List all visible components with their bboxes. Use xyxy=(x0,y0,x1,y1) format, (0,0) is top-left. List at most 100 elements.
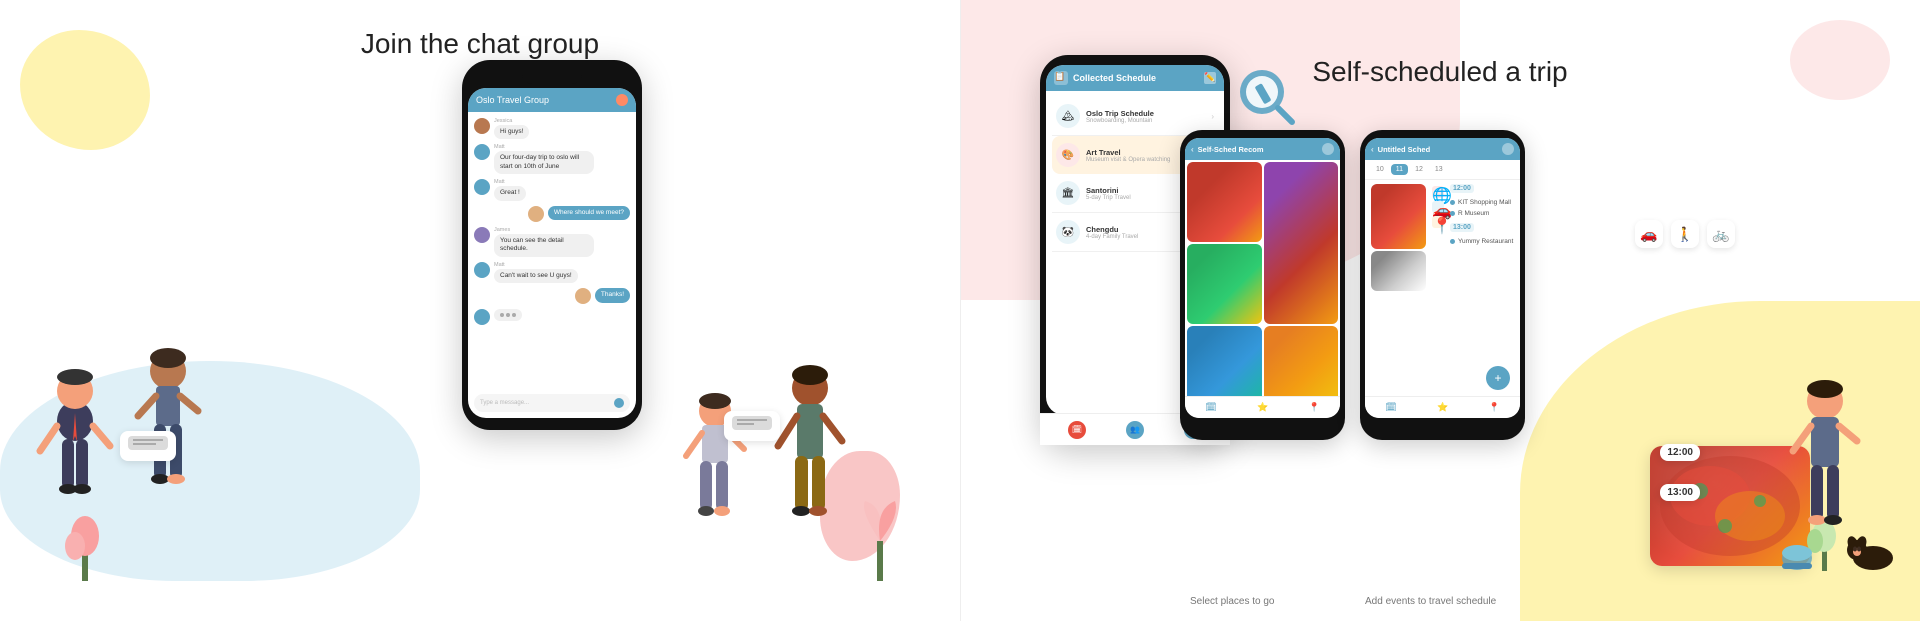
msg-row-2: Matt Our four-day trip to oslo will star… xyxy=(474,144,630,174)
side-icon-1[interactable]: 🌐 xyxy=(1432,186,1444,198)
schedule-item-restaurant[interactable]: Yummy Restaurant xyxy=(1450,238,1514,245)
add-calendar-button[interactable]: + xyxy=(1486,366,1510,390)
cs-item-sub-oslo: Snowboarding, Mountain xyxy=(1086,118,1205,124)
cs-item-icon-oslo: 🏔 xyxy=(1056,104,1080,128)
food-img-1[interactable] xyxy=(1187,162,1262,242)
msg-row-7: Thanks! xyxy=(474,288,630,304)
food-img-2[interactable] xyxy=(1264,162,1339,324)
msg-bubble-7: Thanks! xyxy=(595,288,630,302)
cs-header-icon: 📋 xyxy=(1054,71,1068,85)
dot-2 xyxy=(506,313,510,317)
chat-input[interactable]: Type a message... xyxy=(480,400,610,406)
food-img-3[interactable] xyxy=(1187,244,1262,324)
day-tab-10[interactable]: 10 xyxy=(1371,164,1389,175)
sched-bar-icon-2[interactable]: ⭐ xyxy=(1257,402,1268,413)
sched-phone-screen: ‹ Self-Sched Recom 🗓 ⭐ 📍 xyxy=(1185,138,1340,418)
untitled-caption: Add events to travel schedule xyxy=(1365,596,1496,607)
msg-bubble-1: Hi guys! xyxy=(494,125,529,139)
time-1300: 13:00 xyxy=(1450,223,1474,232)
cs-item-text-oslo: Oslo Trip Schedule Snowboarding, Mountai… xyxy=(1086,109,1205,124)
food-img-4[interactable] xyxy=(1187,326,1262,406)
car-icon[interactable]: 🚗 xyxy=(1635,220,1663,248)
walk-icon[interactable]: 🚶 xyxy=(1671,220,1699,248)
schedule-panda-img xyxy=(1371,251,1426,291)
untitled-bar-icon-2[interactable]: ⭐ xyxy=(1437,402,1448,413)
time-entry-1200: 12:00 xyxy=(1450,184,1514,193)
left-section-title: Join the chat group xyxy=(361,28,599,60)
dot-3 xyxy=(512,313,516,317)
dot-shopping xyxy=(1450,200,1455,205)
avatar-me-2 xyxy=(575,288,591,304)
schedule-side-icons: 🌐 🚗 📍 xyxy=(1432,184,1444,376)
search-icon-float xyxy=(1230,60,1300,135)
sched-back[interactable]: ‹ xyxy=(1191,145,1194,154)
dot-restaurant xyxy=(1450,239,1455,244)
msg-bubble-4: Where should we meet? xyxy=(548,206,630,220)
msg-bubble-5: You can see the detail schedule. xyxy=(494,234,594,257)
food-img-5[interactable] xyxy=(1264,326,1339,406)
cs-header: 📋 Collected Schedule ✏️ xyxy=(1046,65,1224,91)
sched-home-icon[interactable] xyxy=(1322,143,1334,155)
chat-title: Oslo Travel Group xyxy=(476,95,549,105)
side-icon-2[interactable]: 🚗 xyxy=(1432,201,1444,213)
schedule-food-img xyxy=(1371,184,1426,249)
chat-header-icon xyxy=(616,94,628,106)
dot-1 xyxy=(500,313,504,317)
msg-row-4: Where should we meet? xyxy=(474,206,630,222)
send-button[interactable] xyxy=(614,398,624,408)
schedule-item-shopping[interactable]: KIT Shopping Mall xyxy=(1450,199,1514,206)
untitled-header: ‹ Untitled Sched xyxy=(1365,138,1520,160)
bicycle-icon[interactable]: 🚲 xyxy=(1707,220,1735,248)
day-tab-11[interactable]: 11 xyxy=(1391,164,1408,175)
avatar-james xyxy=(474,227,490,243)
untitled-phone: ‹ Untitled Sched 10 11 12 13 xyxy=(1360,130,1525,440)
day-tab-12[interactable]: 12 xyxy=(1410,164,1428,175)
time-badge-1300: 13:00 xyxy=(1660,484,1700,501)
sched-bar-icon-3[interactable]: 📍 xyxy=(1309,402,1320,413)
food-grid xyxy=(1185,160,1340,388)
char-right-2 xyxy=(770,356,850,576)
side-icon-3[interactable]: 📍 xyxy=(1432,216,1444,228)
day-tab-13[interactable]: 13 xyxy=(1430,164,1448,175)
msg-bubble-2: Our four-day trip to oslo will start on … xyxy=(494,151,594,174)
msg-row-typing xyxy=(474,309,630,325)
day-tabs: 10 11 12 13 xyxy=(1365,160,1520,180)
schedule-items-col: 12:00 KIT Shopping Mall R Museum 13:00 xyxy=(1450,184,1514,376)
right-section-title: Self-scheduled a trip xyxy=(1312,56,1567,88)
person-right-figure xyxy=(1785,371,1865,571)
cs-item-text-chengdu: Chengdu 4-day Family Travel xyxy=(1086,225,1175,240)
cs-item-name-oslo: Oslo Trip Schedule xyxy=(1086,109,1205,118)
avatar-typing xyxy=(474,309,490,325)
dot-museum xyxy=(1450,211,1455,216)
char-right-1 xyxy=(680,381,750,571)
chat-input-bar[interactable]: Type a message... xyxy=(474,394,630,412)
sched-bar-icon-1[interactable]: 🗓 xyxy=(1205,402,1216,413)
cs-item-oslo[interactable]: 🏔 Oslo Trip Schedule Snowboarding, Mount… xyxy=(1052,97,1218,136)
sched-title: Self-Sched Recom xyxy=(1198,145,1318,154)
cs-item-name-chengdu: Chengdu xyxy=(1086,225,1175,234)
avatar-jessica xyxy=(474,118,490,134)
untitled-back[interactable]: ‹ xyxy=(1371,145,1374,154)
sched-bottom-bar: 🗓 ⭐ 📍 xyxy=(1185,396,1340,418)
schedule-image-col xyxy=(1371,184,1426,376)
msg-row-3: Matt Great ! xyxy=(474,179,630,200)
sched-header: ‹ Self-Sched Recom xyxy=(1185,138,1340,160)
time-entry-1300: 13:00 xyxy=(1450,223,1514,232)
typing-dots xyxy=(494,309,522,321)
left-panel: Join the chat group xyxy=(0,0,960,621)
speech-bubble-1 xyxy=(120,431,176,461)
time-1200: 12:00 xyxy=(1450,184,1474,193)
untitled-bottom-bar: 🗓 ⭐ 📍 xyxy=(1365,396,1520,418)
untitled-home[interactable] xyxy=(1502,143,1514,155)
msg-row-5: James You can see the detail schedule. xyxy=(474,227,630,257)
cs-item-icon-santorini: 🏛 xyxy=(1056,181,1080,205)
schedule-item-museum[interactable]: R Museum xyxy=(1450,210,1514,217)
untitled-bar-icon-3[interactable]: 📍 xyxy=(1489,402,1500,413)
avatar-matt-3 xyxy=(474,262,490,278)
phone-body: Oslo Travel Group Jessica Hi guys! xyxy=(462,60,642,430)
msg-row-6: Matt Can't wait to see U guys! xyxy=(474,262,630,283)
untitled-bar-icon-1[interactable]: 🗓 xyxy=(1385,402,1396,413)
cs-item-arrow-oslo: › xyxy=(1211,112,1214,121)
msg-label-matt: Matt xyxy=(494,144,594,150)
msg-label-james: James xyxy=(494,227,594,233)
